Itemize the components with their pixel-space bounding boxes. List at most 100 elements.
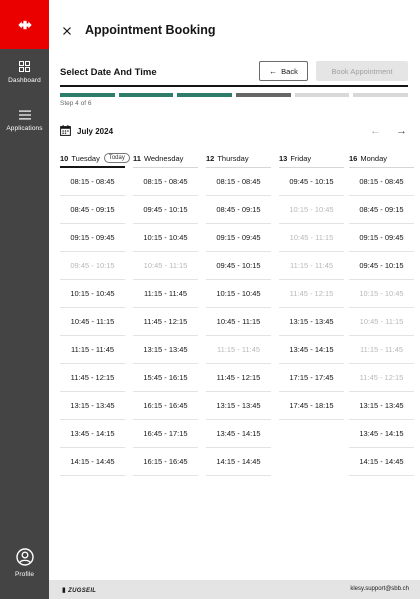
day-columns: 10 Tuesday Today 08:15 - 08:45 08:45 - 09:15…: [60, 150, 420, 480]
close-button[interactable]: [60, 24, 74, 38]
back-button-label: Back: [281, 66, 298, 76]
time-slot[interactable]: 09:15 - 09:45: [206, 224, 271, 252]
footer: ▮ ZUGSEIL klesy.support@sbb.ch: [49, 580, 420, 599]
day-tab[interactable]: 10 Tuesday Today: [60, 150, 130, 168]
next-week-button[interactable]: →: [396, 125, 407, 137]
time-slot: 11:15 - 11:45: [349, 336, 414, 364]
time-slot: 10:15 - 10:45: [349, 280, 414, 308]
book-appointment-button[interactable]: Book Appointment: [316, 61, 408, 81]
day-column: 10 Tuesday Today 08:15 - 08:45 08:45 - 09:15…: [60, 150, 130, 476]
sidebar-item-dashboard[interactable]: Dashboard: [0, 61, 49, 84]
time-slot[interactable]: 10:45 - 11:15: [206, 308, 271, 336]
day-name: Thursday: [217, 154, 249, 163]
time-slot[interactable]: 14:15 - 14:45: [349, 448, 414, 476]
today-badge: Today: [103, 153, 130, 163]
time-slot[interactable]: 17:45 - 18:15: [279, 392, 344, 420]
sidebar: Dashboard Applications Profile: [0, 0, 49, 599]
time-slot: 10:45 - 11:15: [279, 224, 344, 252]
calendar-icon: [60, 125, 71, 136]
progress-segment: [236, 93, 291, 97]
time-slot[interactable]: 08:45 - 09:15: [349, 196, 414, 224]
time-slot[interactable]: 17:15 - 17:45: [279, 364, 344, 392]
day-column: 11 Wednesday 08:15 - 08:45 09:45 - 10:15 10:…: [133, 150, 198, 476]
time-slot[interactable]: 16:15 - 16:45: [133, 448, 198, 476]
arrow-left-icon: ←: [269, 66, 278, 76]
time-slot[interactable]: 13:45 - 14:15: [279, 336, 344, 364]
time-slot[interactable]: 09:45 - 10:15: [279, 168, 344, 196]
time-slot[interactable]: 09:15 - 09:45: [60, 224, 125, 252]
book-appointment-label: Book Appointment: [331, 66, 393, 76]
day-tab[interactable]: 13 Friday: [279, 150, 344, 168]
time-slot: 10:15 - 10:45: [279, 196, 344, 224]
page-title: Appointment Booking: [85, 23, 216, 37]
day-name: Monday: [360, 154, 388, 163]
logo-mark-icon: ▮: [62, 587, 67, 594]
calendar-month: July 2024: [77, 127, 114, 136]
day-column: 12 Thursday 08:15 - 08:45 08:45 - 09:15 09:1…: [206, 150, 271, 476]
day-number: 12: [206, 154, 215, 163]
time-slot[interactable]: 13:15 - 13:45: [206, 392, 271, 420]
time-slot[interactable]: 16:15 - 16:45: [133, 392, 198, 420]
day-tab[interactable]: 11 Wednesday: [133, 150, 198, 168]
progress-segment: [118, 93, 174, 97]
time-slot[interactable]: 13:15 - 13:45: [279, 308, 344, 336]
time-slot[interactable]: 10:45 - 11:15: [60, 308, 125, 336]
time-slot[interactable]: 08:45 - 09:15: [60, 196, 125, 224]
grid-icon: [19, 61, 30, 72]
time-slot[interactable]: 08:15 - 08:45: [349, 168, 414, 196]
time-slot: 11:45 - 12:15: [279, 280, 344, 308]
day-name: Wednesday: [143, 154, 184, 163]
time-slot[interactable]: 14:15 - 14:45: [206, 448, 271, 476]
sidebar-item-profile[interactable]: Profile: [0, 548, 49, 578]
time-slot[interactable]: 09:45 - 10:15: [349, 252, 414, 280]
section-title: Select Date And Time: [60, 67, 157, 78]
step-label: Step 4 of 6: [60, 100, 92, 107]
time-slot[interactable]: 10:15 - 10:45: [206, 280, 271, 308]
time-slot[interactable]: 11:15 - 11:45: [133, 280, 198, 308]
time-slot[interactable]: 16:45 - 17:15: [133, 420, 198, 448]
day-tab[interactable]: 16 Monday: [349, 150, 414, 168]
time-slot[interactable]: 08:15 - 08:45: [133, 168, 198, 196]
time-slot[interactable]: 13:45 - 14:15: [349, 420, 414, 448]
progress-segment: [60, 93, 115, 97]
time-slot: 10:45 - 11:15: [349, 308, 414, 336]
back-button[interactable]: ← Back: [259, 61, 308, 81]
page-header: Appointment Booking: [49, 0, 420, 60]
brand-logo[interactable]: [0, 0, 49, 49]
day-column: 16 Monday 08:15 - 08:45 08:45 - 09:15 09:15 …: [349, 150, 414, 476]
step-progress-bar: [60, 93, 409, 97]
time-slot[interactable]: 11:15 - 11:45: [60, 336, 125, 364]
time-slot[interactable]: 10:15 - 10:45: [60, 280, 125, 308]
time-slot[interactable]: 13:15 - 13:45: [133, 336, 198, 364]
time-slot[interactable]: 15:45 - 16:15: [133, 364, 198, 392]
time-slot: 10:45 - 11:15: [133, 252, 198, 280]
time-slot[interactable]: 13:45 - 14:15: [206, 420, 271, 448]
time-slot[interactable]: 08:15 - 08:45: [60, 168, 125, 196]
time-slot[interactable]: 08:45 - 09:15: [206, 196, 271, 224]
day-tab[interactable]: 12 Thursday: [206, 150, 271, 168]
time-slot[interactable]: 09:45 - 10:15: [133, 196, 198, 224]
time-slot[interactable]: 11:45 - 12:15: [60, 364, 125, 392]
time-slot[interactable]: 09:15 - 09:45: [349, 224, 414, 252]
day-number: 11: [133, 154, 141, 163]
day-name: Tuesday: [71, 153, 100, 163]
sbb-logo-icon: [17, 20, 32, 29]
time-slot: 11:15 - 11:45: [206, 336, 271, 364]
day-number: 10: [60, 153, 69, 163]
close-icon: [63, 27, 71, 35]
time-slot[interactable]: 11:45 - 12:15: [133, 308, 198, 336]
support-email[interactable]: klesy.support@sbb.ch: [350, 586, 409, 592]
time-slot[interactable]: 11:45 - 12:15: [206, 364, 271, 392]
time-slot[interactable]: 13:45 - 14:15: [60, 420, 125, 448]
time-slot[interactable]: 09:45 - 10:15: [206, 252, 271, 280]
user-circle-icon: [15, 548, 34, 566]
time-slot[interactable]: 13:15 - 13:45: [60, 392, 125, 420]
time-slot[interactable]: 14:15 - 14:45: [60, 448, 125, 476]
time-slot[interactable]: 10:15 - 10:45: [133, 224, 198, 252]
time-slot[interactable]: 13:15 - 13:45: [349, 392, 414, 420]
sidebar-item-applications[interactable]: Applications: [0, 110, 49, 132]
main-panel: Appointment Booking Select Date And Time…: [49, 0, 420, 580]
hamburger-icon: [18, 110, 31, 120]
prev-week-button[interactable]: ←: [370, 125, 381, 137]
time-slot[interactable]: 08:15 - 08:45: [206, 168, 271, 196]
